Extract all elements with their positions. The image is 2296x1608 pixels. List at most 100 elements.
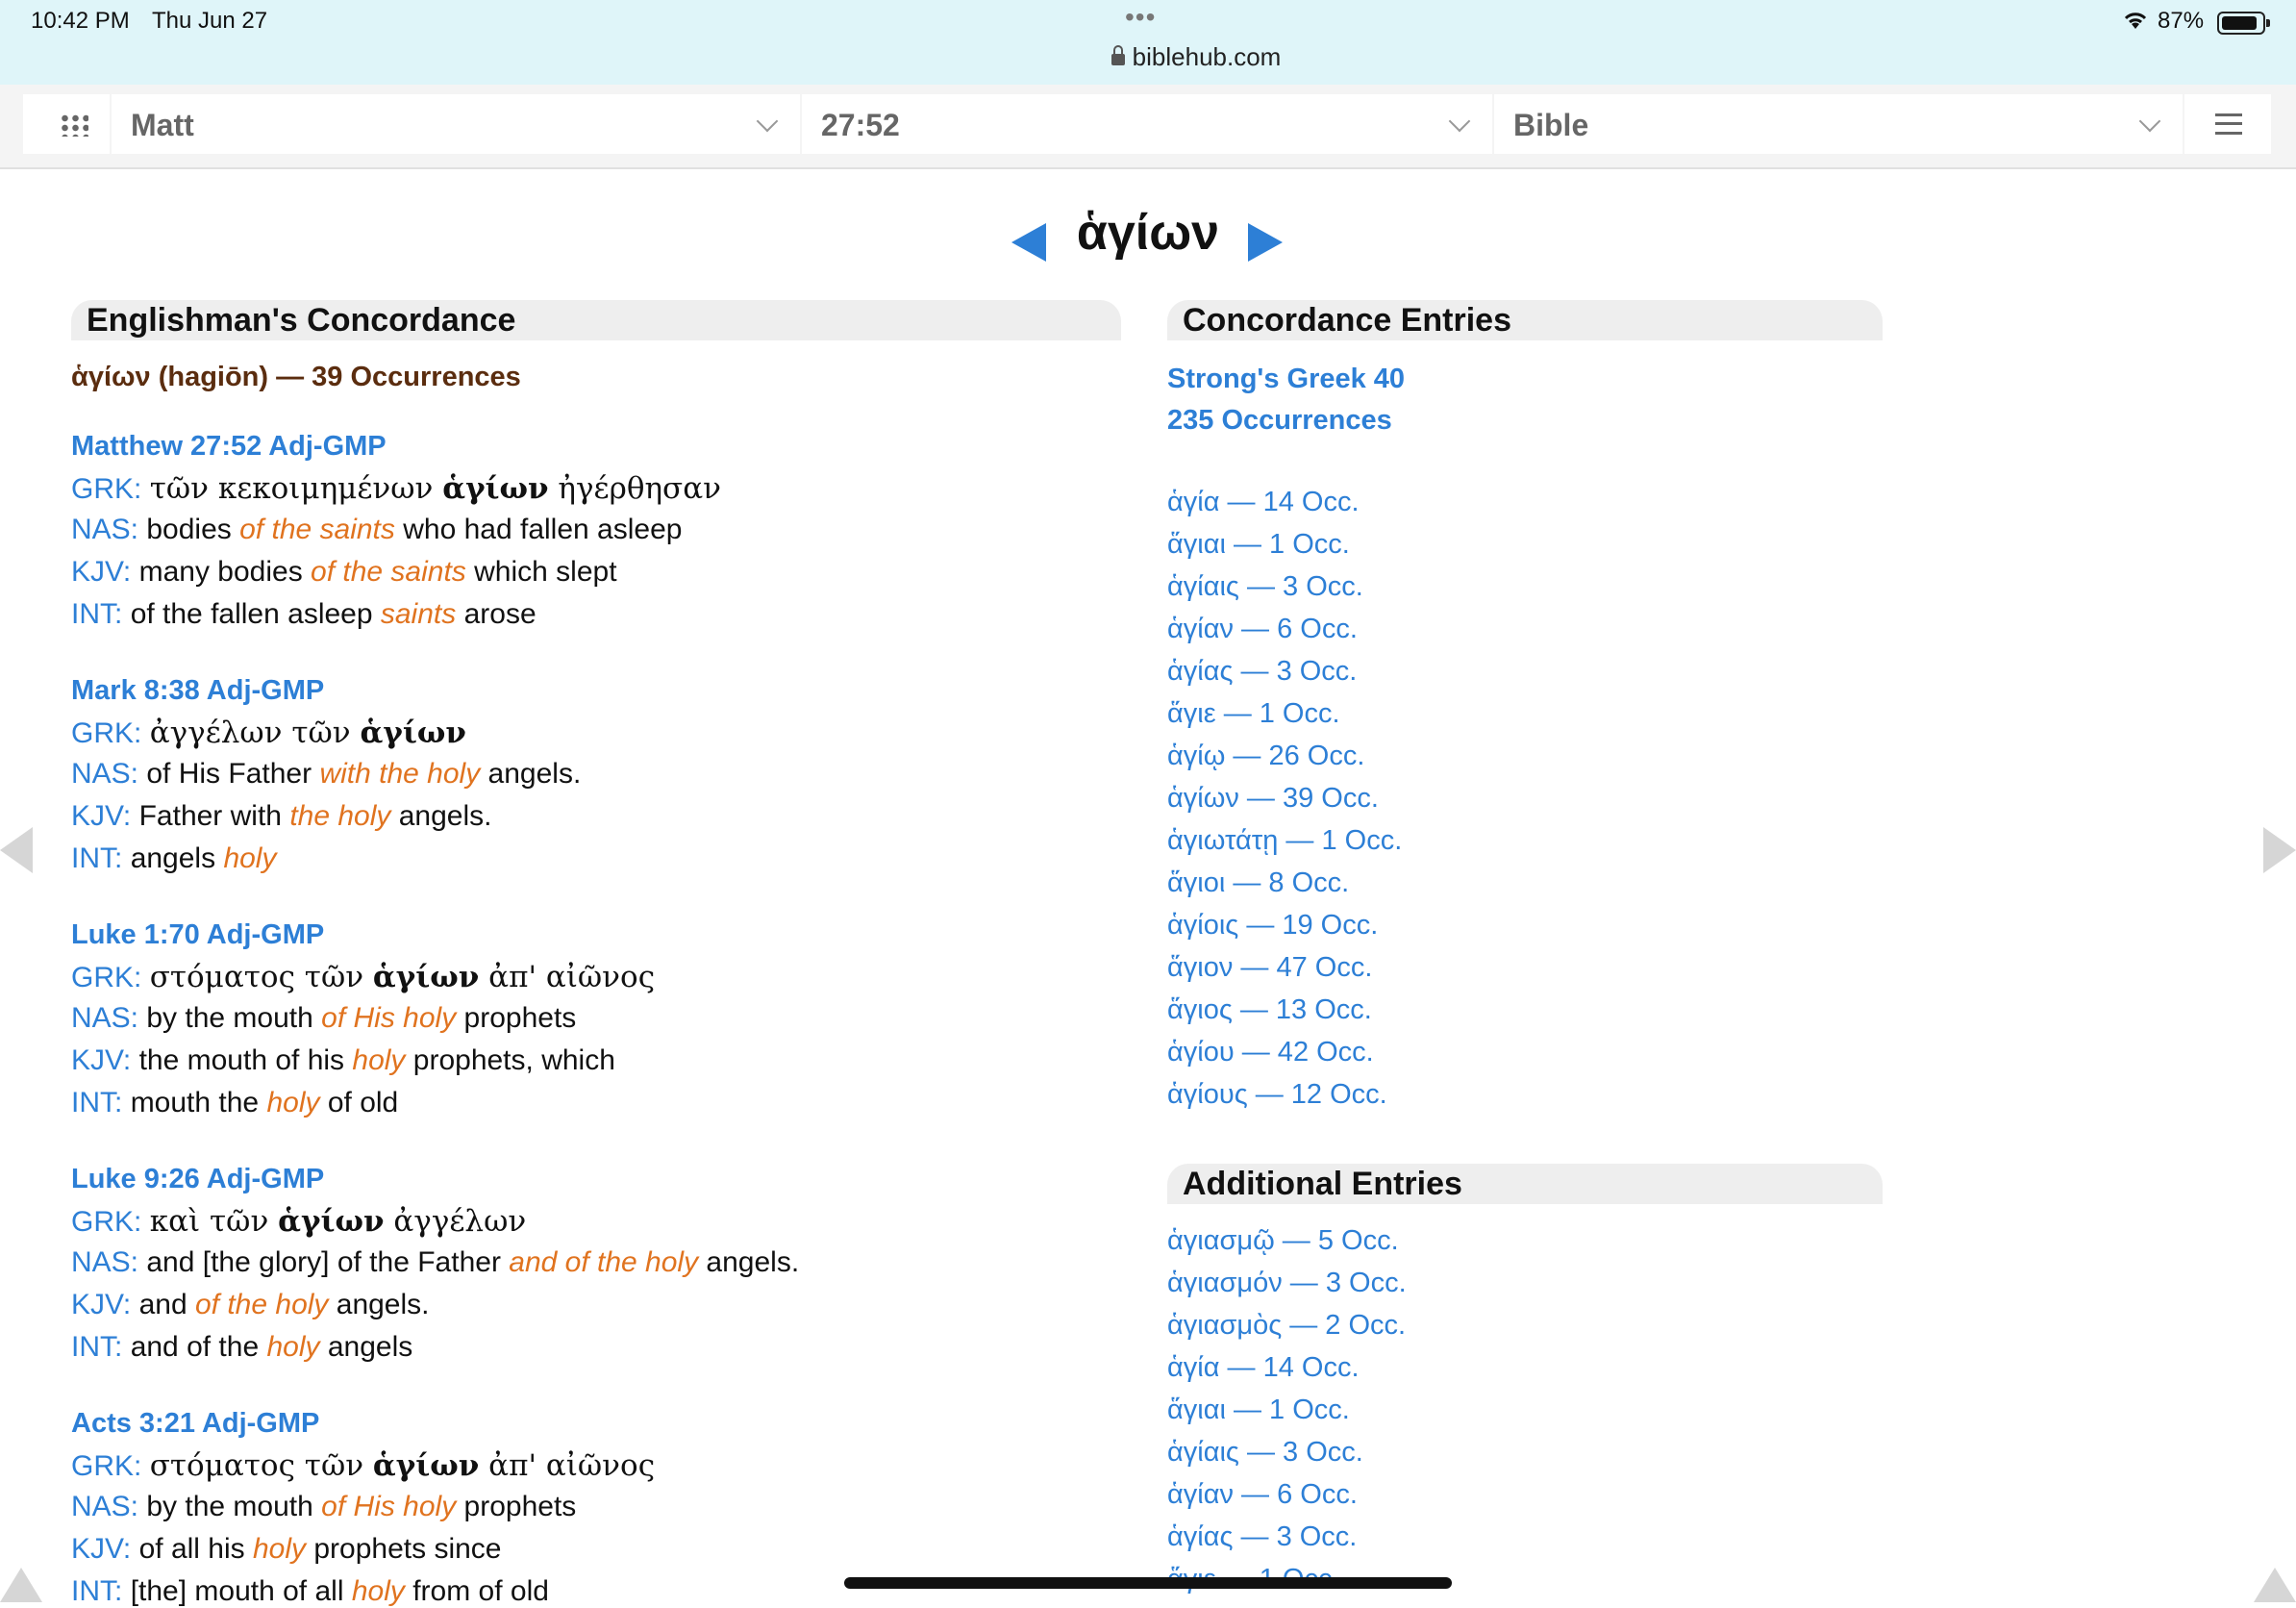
- verse-text-pre: and of the: [130, 1331, 267, 1363]
- nas-line: NAS: by the mouth of His holy prophets: [71, 1491, 576, 1523]
- concordance-entry-link[interactable]: ἁγιασμὸς — 2 Occ.: [1167, 1310, 1406, 1342]
- version-select[interactable]: Bible: [1494, 94, 2183, 154]
- verse-text-pre: and: [138, 1289, 195, 1320]
- concordance-entry-link[interactable]: ἁγιωτάτῃ — 1 Occ.: [1167, 825, 1402, 857]
- concordance-entry-link[interactable]: ἅγιοι — 8 Occ.: [1167, 867, 1349, 899]
- kjv-line: KJV: Father with the holy angels.: [71, 800, 491, 833]
- concordance-entry-link[interactable]: ἁγίῳ — 26 Occ.: [1167, 741, 1364, 772]
- navigation-bar: Matt 27:52 Bible: [0, 85, 2296, 169]
- verse-reference-link[interactable]: Mark 8:38 Adj-GMP: [71, 675, 324, 707]
- verse-reference-link[interactable]: Luke 9:26 Adj-GMP: [71, 1164, 324, 1195]
- next-word-arrow-icon[interactable]: [1248, 223, 1283, 262]
- kjv-line: KJV: the mouth of his holy prophets, whi…: [71, 1044, 615, 1077]
- battery-percent: 87%: [2158, 8, 2205, 34]
- highlighted-translation: saints: [380, 598, 457, 630]
- int-label-link[interactable]: INT:: [71, 1575, 122, 1607]
- concordance-entry-link[interactable]: ἁγίαις — 3 Occ.: [1167, 571, 1363, 603]
- int-label-link[interactable]: INT:: [71, 1087, 122, 1118]
- version-select-value: Bible: [1513, 108, 1589, 142]
- verse-text-post: angels.: [390, 800, 492, 832]
- verse-reference-link[interactable]: Matthew 27:52 Adj-GMP: [71, 431, 387, 463]
- concordance-entry-link[interactable]: ἁγίου — 42 Occ.: [1167, 1037, 1374, 1068]
- concordance-entry-link[interactable]: ἁγίων — 39 Occ.: [1167, 783, 1379, 815]
- highlighted-translation: holy: [266, 1331, 320, 1363]
- previous-page-arrow-icon[interactable]: [0, 827, 33, 873]
- int-line: INT: [the] mouth of all holy from of old: [71, 1575, 549, 1608]
- concordance-entry-link[interactable]: ἅγιε — 1 Occ.: [1167, 698, 1340, 730]
- next-page-arrow-icon[interactable]: [2263, 827, 2296, 873]
- greek-text-post: ἀπ' αἰῶνος: [479, 960, 656, 994]
- highlighted-translation: of the saints: [239, 514, 395, 545]
- concordance-entry-link[interactable]: ἁγιασμόν — 3 Occ.: [1167, 1268, 1407, 1299]
- kjv-label-link[interactable]: KJV:: [71, 556, 131, 588]
- verse-text-pre: bodies: [146, 514, 240, 545]
- highlighted-translation: the holy: [289, 800, 391, 832]
- kjv-line: KJV: many bodies of the saints which sle…: [71, 556, 617, 589]
- int-label-link[interactable]: INT:: [71, 1331, 122, 1363]
- apps-grid-button[interactable]: [23, 94, 110, 154]
- concordance-entry-link[interactable]: ἁγίας — 3 Occ.: [1167, 656, 1357, 688]
- verse-reference-link[interactable]: Luke 1:70 Adj-GMP: [71, 919, 324, 951]
- concordance-entry-link[interactable]: ἁγιασμῷ — 5 Occ.: [1167, 1225, 1399, 1257]
- verse-text-pre: by the mouth: [146, 1491, 322, 1522]
- concordance-entry-link[interactable]: ἅγιος — 13 Occ.: [1167, 994, 1372, 1026]
- nas-label-link[interactable]: NAS:: [71, 514, 138, 545]
- verse-select[interactable]: 27:52: [802, 94, 1492, 154]
- grid-icon: [60, 113, 88, 137]
- greek-keyword: ἁγίων: [278, 1204, 385, 1239]
- greek-keyword: ἁγίων: [442, 471, 549, 506]
- greek-keyword: ἁγίων: [372, 1448, 480, 1483]
- grk-label-link[interactable]: GRK:: [71, 1206, 141, 1238]
- concordance-entry-link[interactable]: ἁγίας — 3 Occ.: [1167, 1521, 1357, 1553]
- greek-text: στόματος τῶν ἁγίων ἀπ' αἰῶνος: [150, 960, 655, 994]
- kjv-label-link[interactable]: KJV:: [71, 1289, 131, 1320]
- concordance-entry-link[interactable]: ἁγία — 14 Occ.: [1167, 1352, 1360, 1384]
- nas-label-link[interactable]: NAS:: [71, 758, 138, 790]
- greek-keyword: ἁγίων: [372, 960, 480, 994]
- total-occurrences-link[interactable]: 235 Occurrences: [1167, 405, 1392, 437]
- scroll-top-arrow-icon[interactable]: [2254, 1568, 2296, 1602]
- strongs-link[interactable]: Strong's Greek 40: [1167, 364, 1405, 395]
- scroll-top-arrow-icon[interactable]: [0, 1568, 42, 1602]
- url-text: biblehub.com: [1132, 42, 1282, 71]
- greek-text-pre: τῶν κεκοιμημένων: [149, 471, 443, 506]
- concordance-entry-link[interactable]: ἁγίαν — 6 Occ.: [1167, 614, 1358, 645]
- nas-label-link[interactable]: NAS:: [71, 1002, 138, 1034]
- concordance-entry-link[interactable]: ἁγίους — 12 Occ.: [1167, 1079, 1387, 1111]
- concordance-entry-link[interactable]: ἅγιαι — 1 Occ.: [1167, 529, 1350, 561]
- nas-label-link[interactable]: NAS:: [71, 1246, 138, 1278]
- kjv-label-link[interactable]: KJV:: [71, 1044, 131, 1076]
- book-select[interactable]: Matt: [112, 94, 800, 154]
- book-select-value: Matt: [131, 108, 194, 142]
- int-label-link[interactable]: INT:: [71, 598, 122, 630]
- address-bar[interactable]: biblehub.com: [1058, 42, 1335, 72]
- menu-button[interactable]: [2184, 94, 2271, 154]
- int-label-link[interactable]: INT:: [71, 842, 122, 874]
- nas-label-link[interactable]: NAS:: [71, 1491, 138, 1522]
- concordance-entry-link[interactable]: ἅγιαι — 1 Occ.: [1167, 1394, 1350, 1426]
- concordance-entry-link[interactable]: ἁγίοις — 19 Occ.: [1167, 910, 1378, 942]
- verse-text-pre: by the mouth: [146, 1002, 322, 1034]
- verse-text-post: angels.: [698, 1246, 800, 1278]
- multitask-dots-icon[interactable]: •••: [1125, 2, 1156, 33]
- kjv-label-link[interactable]: KJV:: [71, 1533, 131, 1565]
- grk-label-link[interactable]: GRK:: [71, 473, 141, 505]
- kjv-label-link[interactable]: KJV:: [71, 800, 131, 832]
- concordance-entry-link[interactable]: ἁγία — 14 Occ.: [1167, 487, 1360, 518]
- verse-reference-link[interactable]: Acts 3:21 Adj-GMP: [71, 1408, 319, 1440]
- hamburger-icon: [2215, 113, 2242, 135]
- grk-label-link[interactable]: GRK:: [71, 962, 141, 993]
- concordance-entry-link[interactable]: ἅγιον — 47 Occ.: [1167, 952, 1372, 984]
- greek-text-pre: στόματος τῶν: [149, 1448, 373, 1483]
- grk-line: GRK: ἀγγέλων τῶν ἁγίων: [71, 716, 466, 750]
- grk-line: GRK: τῶν κεκοιμημένων ἁγίων ἠγέρθησαν: [71, 471, 721, 506]
- concordance-entry-link[interactable]: ἁγίαις — 3 Occ.: [1167, 1437, 1363, 1469]
- highlighted-translation: of the holy: [194, 1289, 329, 1320]
- verse-select-value: 27:52: [821, 108, 900, 142]
- greek-keyword: ἁγίων: [360, 716, 466, 750]
- grk-label-link[interactable]: GRK:: [71, 717, 141, 749]
- verse-text-pre: angels: [130, 842, 224, 874]
- grk-label-link[interactable]: GRK:: [71, 1450, 141, 1482]
- greek-text-post: ἀγγέλων: [384, 1204, 527, 1239]
- concordance-entry-link[interactable]: ἁγίαν — 6 Occ.: [1167, 1479, 1358, 1511]
